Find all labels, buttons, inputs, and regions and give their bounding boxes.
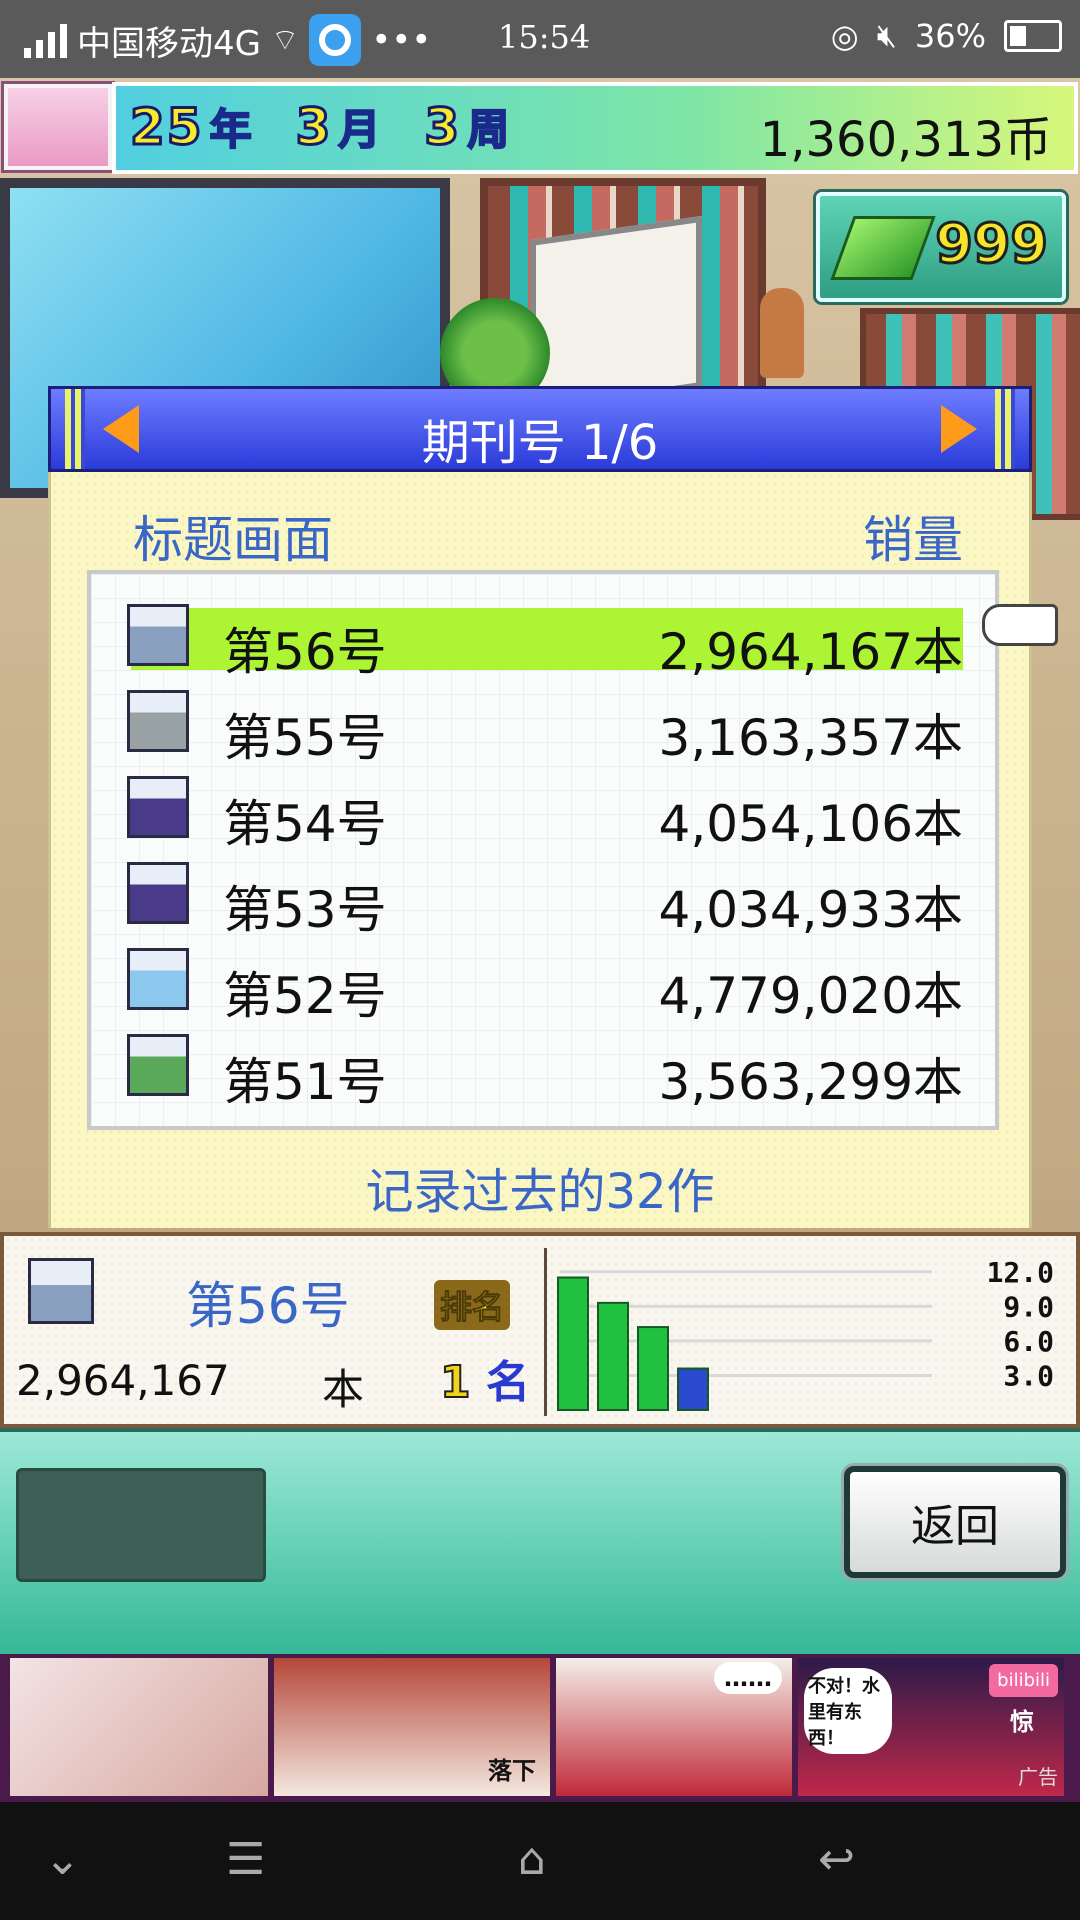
issue-sales: 3,563,299本 <box>658 1053 963 1111</box>
chart-ytick-label: 3.0 <box>1003 1359 1054 1392</box>
pointer-hand-icon <box>982 604 1058 646</box>
ad-panel-2: 落下 <box>274 1658 550 1796</box>
column-header-sales: 销量 <box>863 511 963 569</box>
signal-icon <box>24 22 67 58</box>
issue-sales: 4,034,933本 <box>658 881 963 939</box>
ad-caption-2: …… <box>714 1662 782 1694</box>
issue-list: 第56号 2,964,167本第55号 3,163,357本第54号 4,054,10… <box>87 570 999 1130</box>
issue-thumbnail <box>127 604 189 666</box>
chart-ytick-label: 9.0 <box>1003 1290 1054 1323</box>
gem-count: 999 <box>934 211 1050 277</box>
more-icon: ••• <box>371 20 432 60</box>
dialog-title: 期刊号 1/6 <box>421 415 659 471</box>
issue-sales: 4,054,106本 <box>658 795 963 853</box>
ad-caption-3: 不对！水里有东西！ <box>804 1668 892 1754</box>
money-balance: 1,360,313币 <box>759 112 1052 168</box>
issue-thumbnail <box>127 690 189 752</box>
issue-sales: 3,163,357本 <box>658 709 963 767</box>
battery-percent: 36% <box>914 16 986 55</box>
back-nav-icon[interactable]: ↩ <box>818 1834 855 1885</box>
issue-detail-panel: 第56号 2,964,167 本 排名 1 名 12.0 9.0 6.0 3.0 <box>0 1232 1080 1428</box>
wifi-icon: ⌔ <box>270 23 300 58</box>
records-note: 记录过去的32作 <box>365 1164 715 1220</box>
back-button[interactable]: 返回 <box>844 1466 1066 1578</box>
clock: 15:54 <box>498 18 591 56</box>
home-icon[interactable]: ⌂ <box>518 1834 546 1885</box>
mute-icon: 🔇︎ <box>876 16 897 54</box>
issue-thumbnail <box>127 948 189 1010</box>
rank-value: 1 名 <box>439 1346 530 1410</box>
issue-list-panel: 标题画面 销量 第56号 2,964,167本第55号 3,163,357本第54号… <box>48 472 1032 1228</box>
ad-banner[interactable]: 落下 …… 不对！水里有东西！ 惊 bilibili 广告 <box>0 1654 1080 1802</box>
menu-icon[interactable]: ☰ <box>226 1834 265 1885</box>
ad-panel-4: 不对！水里有东西！ 惊 bilibili 广告 <box>798 1658 1064 1796</box>
chart-bar <box>677 1367 709 1411</box>
whiteboard-decoration <box>530 215 702 413</box>
issue-row[interactable]: 第55号 3,163,357本 <box>127 690 963 767</box>
ad-panel-3: …… <box>556 1658 792 1796</box>
issue-thumbnail <box>127 776 189 838</box>
dialog-titlebar: 期刊号 1/6 <box>48 386 1032 472</box>
disabled-button <box>16 1468 266 1582</box>
chart-ytick-label: 12.0 <box>987 1256 1054 1289</box>
money-book-icon <box>830 216 936 280</box>
issue-number: 第53号 <box>223 881 387 939</box>
issue-row[interactable]: 第51号 3,563,299本 <box>127 1034 963 1111</box>
issue-cover-thumbnail <box>28 1258 94 1324</box>
ad-caption-4: 惊 <box>1010 1708 1034 1736</box>
ad-panel-1 <box>10 1658 268 1796</box>
issue-number: 第54号 <box>223 795 387 853</box>
issue-row[interactable]: 第56号 2,964,167本 <box>127 604 963 681</box>
collapse-icon[interactable]: ⌄ <box>44 1834 81 1885</box>
issue-row[interactable]: 第52号 4,779,020本 <box>127 948 963 1025</box>
button-bar: 返回 <box>0 1428 1080 1654</box>
issue-number: 第56号 <box>223 623 387 681</box>
location-icon: ◎ <box>830 16 859 55</box>
week-value: 3 <box>423 97 462 158</box>
issue-row[interactable]: 第54号 4,054,106本 <box>127 776 963 853</box>
year-unit: 年 <box>209 104 253 155</box>
year-value: 25 <box>129 97 204 158</box>
month-value: 3 <box>294 97 333 158</box>
issue-sales: 4,779,020本 <box>658 967 963 1025</box>
chart-bar <box>557 1276 589 1411</box>
sales-bar-chart: 12.09.06.03.0 <box>557 1256 1054 1411</box>
ad-label: 广告 <box>1018 1765 1058 1789</box>
clock-decoration <box>760 288 804 378</box>
gem-counter[interactable]: 999 <box>816 192 1066 302</box>
column-header-cover: 标题画面 <box>133 511 333 569</box>
month-unit: 月 <box>337 104 381 155</box>
detail-divider <box>544 1248 547 1416</box>
app-notification-icon <box>309 14 362 66</box>
carrier-label: 中国移动4G <box>77 23 261 64</box>
chart-ytick-label: 6.0 <box>1003 1325 1054 1358</box>
issue-number: 第51号 <box>223 1053 387 1111</box>
issue-row[interactable]: 第53号 4,034,933本 <box>127 862 963 939</box>
issue-thumbnail <box>127 1034 189 1096</box>
bilibili-logo: bilibili <box>989 1664 1058 1697</box>
rank-badge: 排名 <box>434 1280 511 1330</box>
company-avatar[interactable] <box>1 81 115 173</box>
battery-icon <box>1004 19 1062 52</box>
issue-number: 第55号 <box>223 709 387 767</box>
ad-caption-1: 落下 <box>488 1757 536 1785</box>
next-page-icon[interactable] <box>941 405 977 453</box>
rank-number: 1 <box>439 1356 472 1409</box>
issue-number: 第52号 <box>223 967 387 1025</box>
chart-bar <box>637 1326 669 1411</box>
status-bar: 中国移动4G ⌔ ••• 15:54 ◎ 🔇︎ 36% <box>0 0 1080 78</box>
detail-sales-count: 2,964,167 <box>16 1356 230 1405</box>
detail-issue-number: 第56号 <box>186 1277 350 1335</box>
chart-bar <box>597 1301 629 1411</box>
rank-unit: 名 <box>485 1357 530 1408</box>
date-money-hud: 25 年 3 月 3 周 1,360,313币 <box>112 82 1078 174</box>
detail-sales-unit: 本 <box>322 1365 365 1414</box>
week-unit: 周 <box>466 104 510 155</box>
issue-thumbnail <box>127 862 189 924</box>
issue-sales: 2,964,167本 <box>658 623 963 681</box>
system-nav-bar: ⌄ ☰ ⌂ ↩ <box>0 1802 1080 1920</box>
